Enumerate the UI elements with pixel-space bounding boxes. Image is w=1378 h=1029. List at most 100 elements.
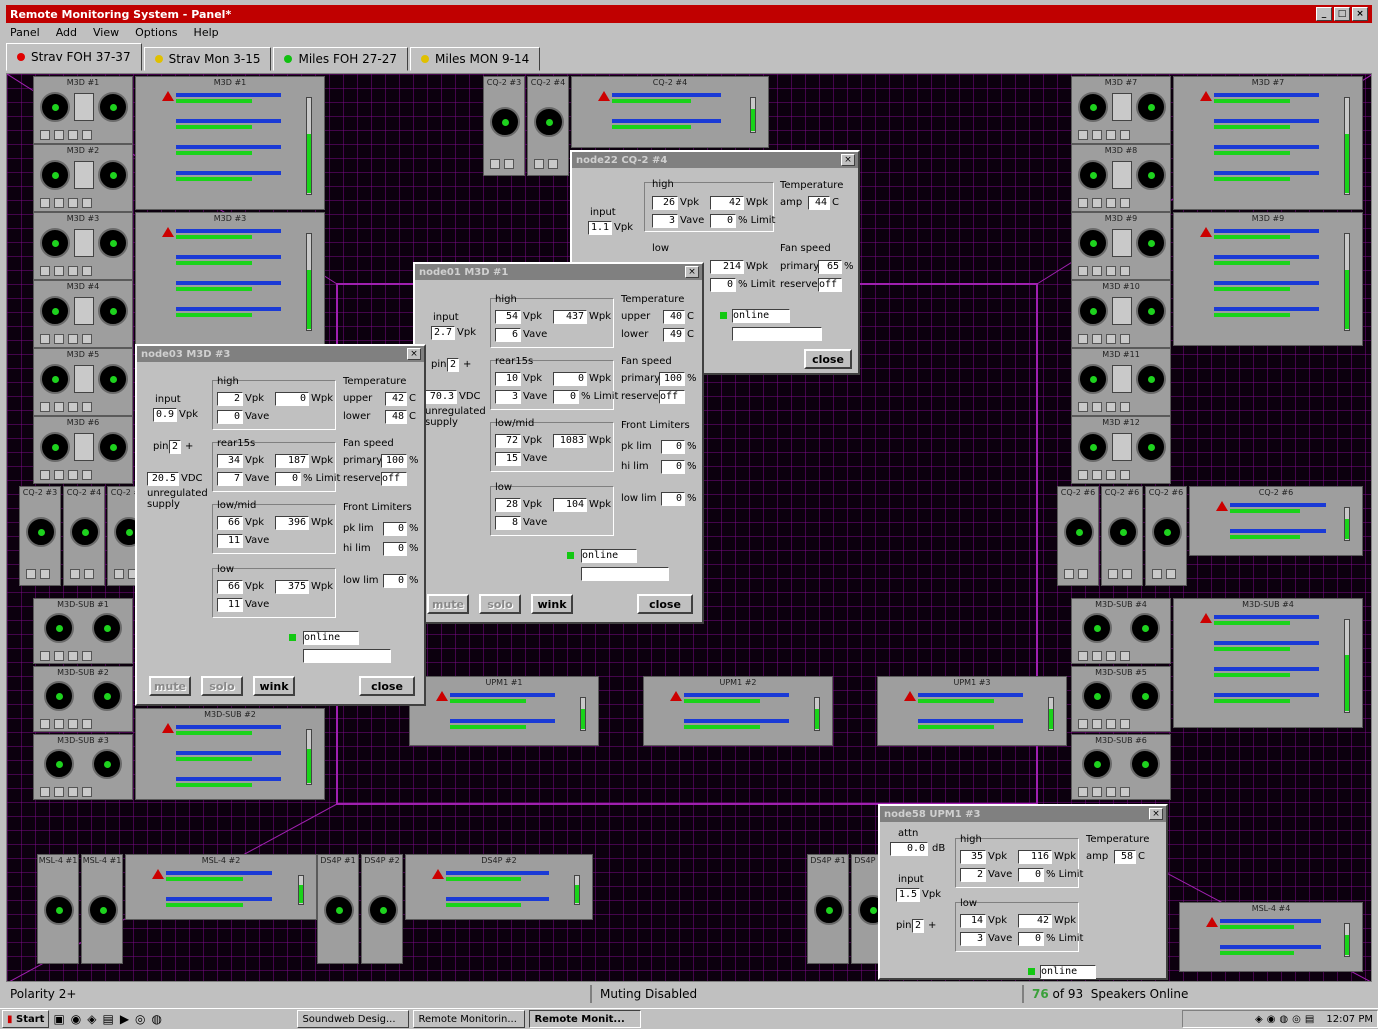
amp-panel-tile[interactable]: MSL-4 #4 — [1179, 902, 1363, 972]
amp-panel-tile[interactable]: MSL-4 #2 — [125, 854, 317, 920]
control-checkbox[interactable] — [1120, 130, 1130, 140]
amp-panel-tile[interactable]: UPM1 #3 — [877, 676, 1067, 746]
control-checkbox[interactable] — [54, 787, 64, 797]
close-button[interactable]: close — [804, 349, 852, 369]
control-checkbox[interactable] — [1078, 719, 1088, 729]
control-checkbox[interactable] — [1078, 569, 1088, 579]
control-checkbox[interactable] — [1078, 266, 1088, 276]
control-checkbox[interactable] — [1120, 266, 1130, 276]
speaker-node-tile[interactable]: M3D #11 — [1071, 348, 1171, 416]
control-checkbox[interactable] — [40, 266, 50, 276]
control-checkbox[interactable] — [82, 130, 92, 140]
control-checkbox[interactable] — [40, 470, 50, 480]
menu-panel[interactable]: Panel — [10, 26, 40, 39]
control-checkbox[interactable] — [68, 719, 78, 729]
control-checkbox[interactable] — [68, 334, 78, 344]
control-checkbox[interactable] — [504, 159, 514, 169]
control-checkbox[interactable] — [54, 719, 64, 729]
control-checkbox[interactable] — [26, 569, 36, 579]
amp-panel-tile[interactable]: M3D #1 — [135, 76, 325, 210]
amp-panel-tile[interactable]: M3D #7 — [1173, 76, 1363, 210]
speaker-node-tile[interactable]: M3D-SUB #5 — [1071, 666, 1171, 732]
control-checkbox[interactable] — [54, 198, 64, 208]
amp-panel-tile[interactable]: M3D-SUB #2 — [135, 708, 325, 800]
tab-miles-mon[interactable]: Miles MON 9-14 — [410, 47, 541, 71]
control-checkbox[interactable] — [1078, 651, 1088, 661]
tab-strav-foh[interactable]: Strav FOH 37-37 — [6, 43, 142, 71]
close-window-button[interactable]: × — [1352, 7, 1368, 21]
menu-help[interactable]: Help — [194, 26, 219, 39]
control-checkbox[interactable] — [1092, 266, 1102, 276]
control-checkbox[interactable] — [1120, 787, 1130, 797]
control-checkbox[interactable] — [1064, 569, 1074, 579]
control-checkbox[interactable] — [40, 569, 50, 579]
control-checkbox[interactable] — [1106, 651, 1116, 661]
speaker-node-tile[interactable]: M3D #8 — [1071, 144, 1171, 212]
control-checkbox[interactable] — [1078, 198, 1088, 208]
control-checkbox[interactable] — [82, 402, 92, 412]
speaker-node-tile[interactable]: CQ-2 #3 — [483, 76, 525, 176]
control-checkbox[interactable] — [1106, 130, 1116, 140]
control-checkbox[interactable] — [84, 569, 94, 579]
speaker-node-tile[interactable]: DS4P #1 — [317, 854, 359, 964]
control-checkbox[interactable] — [1120, 334, 1130, 344]
control-checkbox[interactable] — [82, 266, 92, 276]
control-checkbox[interactable] — [54, 651, 64, 661]
menu-options[interactable]: Options — [135, 26, 177, 39]
control-checkbox[interactable] — [68, 651, 78, 661]
speaker-node-tile[interactable]: CQ-2 #6 — [1057, 486, 1099, 586]
control-checkbox[interactable] — [68, 402, 78, 412]
control-checkbox[interactable] — [40, 787, 50, 797]
control-checkbox[interactable] — [1078, 130, 1088, 140]
control-checkbox[interactable] — [1166, 569, 1176, 579]
speaker-node-tile[interactable]: CQ-2 #4 — [527, 76, 569, 176]
amp-panel-tile[interactable]: CQ-2 #4 — [571, 76, 769, 148]
speaker-node-tile[interactable]: M3D-SUB #4 — [1071, 598, 1171, 664]
control-checkbox[interactable] — [1092, 651, 1102, 661]
control-checkbox[interactable] — [1106, 334, 1116, 344]
control-checkbox[interactable] — [1108, 569, 1118, 579]
control-checkbox[interactable] — [68, 198, 78, 208]
control-checkbox[interactable] — [1092, 787, 1102, 797]
close-button[interactable]: close — [637, 594, 693, 614]
control-checkbox[interactable] — [1106, 198, 1116, 208]
mute-button[interactable]: mute — [427, 594, 469, 614]
control-checkbox[interactable] — [68, 470, 78, 480]
control-checkbox[interactable] — [82, 198, 92, 208]
control-checkbox[interactable] — [82, 470, 92, 480]
task-remote-monitoring[interactable]: Remote Monitorin... — [413, 1010, 526, 1028]
control-checkbox[interactable] — [1078, 470, 1088, 480]
control-checkbox[interactable] — [82, 651, 92, 661]
speaker-node-tile[interactable]: M3D-SUB #6 — [1071, 734, 1171, 800]
speaker-node-tile[interactable]: M3D #5 — [33, 348, 133, 416]
task-soundweb[interactable]: Soundweb Desig... — [297, 1010, 410, 1028]
speaker-node-tile[interactable]: MSL-4 #1 — [81, 854, 123, 964]
amp-panel-tile[interactable]: DS4P #2 — [405, 854, 593, 920]
control-checkbox[interactable] — [1120, 651, 1130, 661]
amp-panel-tile[interactable]: M3D #9 — [1173, 212, 1363, 346]
control-checkbox[interactable] — [1152, 569, 1162, 579]
speaker-node-tile[interactable]: M3D #10 — [1071, 280, 1171, 348]
control-checkbox[interactable] — [1092, 334, 1102, 344]
control-checkbox[interactable] — [70, 569, 80, 579]
control-checkbox[interactable] — [82, 719, 92, 729]
control-checkbox[interactable] — [40, 130, 50, 140]
speaker-node-tile[interactable]: M3D-SUB #3 — [33, 734, 133, 800]
control-checkbox[interactable] — [68, 130, 78, 140]
control-checkbox[interactable] — [1092, 198, 1102, 208]
minimize-button[interactable]: _ — [1316, 7, 1332, 21]
control-checkbox[interactable] — [1092, 719, 1102, 729]
control-checkbox[interactable] — [1106, 470, 1116, 480]
close-dialog-button[interactable]: × — [407, 348, 421, 360]
speaker-node-tile[interactable]: M3D #4 — [33, 280, 133, 348]
control-checkbox[interactable] — [54, 266, 64, 276]
amp-panel-tile[interactable]: M3D-SUB #4 — [1173, 598, 1363, 728]
control-checkbox[interactable] — [68, 266, 78, 276]
control-checkbox[interactable] — [40, 402, 50, 412]
menu-view[interactable]: View — [93, 26, 119, 39]
amp-panel-tile[interactable]: UPM1 #2 — [643, 676, 833, 746]
speaker-node-tile[interactable]: DS4P #2 — [361, 854, 403, 964]
control-checkbox[interactable] — [1078, 402, 1088, 412]
speaker-node-tile[interactable]: M3D #6 — [33, 416, 133, 484]
control-checkbox[interactable] — [1120, 402, 1130, 412]
